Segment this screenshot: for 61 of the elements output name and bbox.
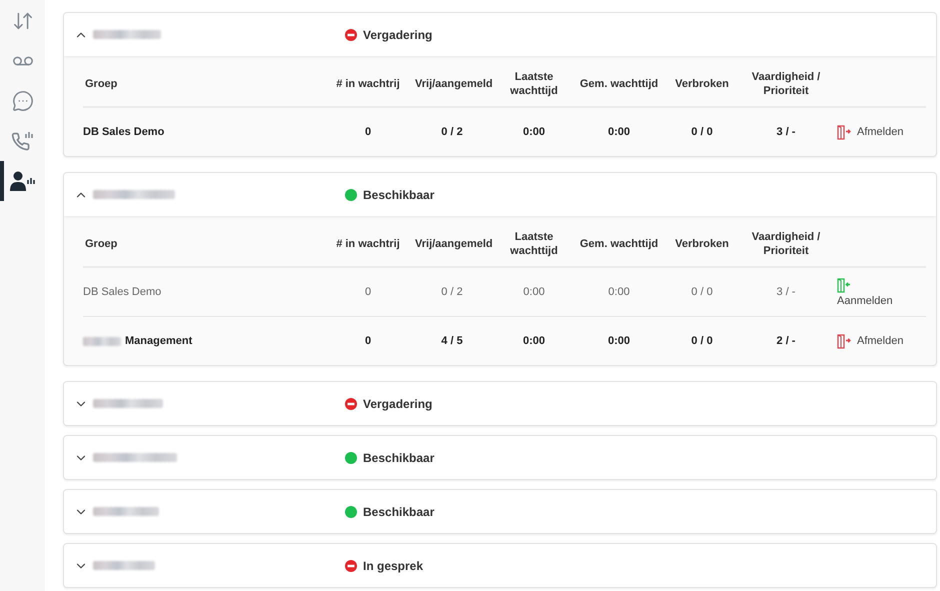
logout-button[interactable]: Afmelden bbox=[837, 124, 904, 140]
available-dot-icon bbox=[345, 452, 357, 464]
table-cell-text: 0 / 2 bbox=[440, 286, 464, 298]
column-header: Verbroken bbox=[674, 237, 730, 251]
redacted-name bbox=[93, 399, 163, 408]
column-header: Groep bbox=[84, 77, 118, 91]
do-not-disturb-icon bbox=[345, 28, 357, 40]
status-label: Vergadering bbox=[363, 396, 432, 410]
table-cell-text: 0:00 bbox=[606, 335, 632, 347]
status-label: In gesprek bbox=[363, 558, 424, 572]
table-cell-text: 0:00 bbox=[606, 126, 632, 138]
column-header: Gem. wachttijd bbox=[578, 237, 660, 251]
door-enter-icon bbox=[837, 278, 851, 292]
column-header: # in wachtrij bbox=[335, 237, 401, 251]
redacted-name bbox=[93, 507, 159, 516]
table-cell-text: 0:00 bbox=[607, 286, 631, 298]
table-cell-text: 0 / 0 bbox=[690, 126, 714, 138]
group-name: DB Sales Demo bbox=[83, 126, 164, 138]
table-cell-text: 0:00 bbox=[522, 126, 546, 138]
table-cell-text: 4 / 5 bbox=[440, 335, 464, 347]
table-cell-text: 0 bbox=[364, 286, 372, 298]
table-cell-text: 3 / - bbox=[776, 126, 796, 138]
arrows-up-down-icon bbox=[12, 10, 34, 32]
group-name: DB Sales Demo bbox=[83, 286, 162, 298]
column-header: Vaardigheid / Prioriteit bbox=[750, 230, 822, 258]
table-cell-text: 0 / 0 bbox=[690, 335, 714, 347]
group-name: Management bbox=[125, 335, 192, 347]
status-label: Beschikbaar bbox=[363, 504, 434, 518]
column-header: Gem. wachttijd bbox=[578, 77, 660, 91]
column-header: # in wachtrij bbox=[335, 77, 401, 91]
redacted-name bbox=[93, 561, 155, 570]
door-exit-icon bbox=[837, 334, 851, 348]
do-not-disturb-icon bbox=[345, 398, 357, 410]
table-cell-text: 0 / 0 bbox=[690, 286, 714, 298]
column-header: Vaardigheid / Prioriteit bbox=[750, 70, 822, 98]
login-button[interactable]: Aanmelden bbox=[837, 278, 893, 306]
logout-button[interactable]: Afmelden bbox=[837, 334, 904, 348]
column-header: Vrij/aangemeld bbox=[414, 237, 491, 251]
status-label: Beschikbaar bbox=[363, 450, 434, 464]
table-cell-text: 0 / 2 bbox=[440, 126, 464, 138]
column-header: Laatste wachttijd bbox=[509, 230, 559, 258]
available-dot-icon bbox=[345, 506, 357, 518]
chat-bubble-icon bbox=[12, 90, 34, 112]
column-header: Laatste wachttijd bbox=[509, 70, 559, 98]
do-not-disturb-icon bbox=[345, 560, 357, 572]
door-exit-icon bbox=[837, 124, 851, 140]
phone-bars-icon bbox=[10, 130, 34, 152]
table-cell-text: 0:00 bbox=[522, 286, 546, 298]
table-cell-text: 0 bbox=[364, 126, 372, 138]
person-bars-icon bbox=[10, 170, 36, 192]
column-header: Vrij/aangemeld bbox=[414, 77, 491, 91]
table-cell-text: 0 bbox=[364, 335, 372, 347]
redacted-name bbox=[93, 30, 161, 39]
table-cell-text: 3 / - bbox=[776, 286, 796, 298]
available-dot-icon bbox=[345, 188, 357, 200]
table-cell-text: 2 / - bbox=[776, 335, 796, 347]
status-label: Beschikbaar bbox=[363, 188, 434, 202]
column-header: Groep bbox=[84, 237, 118, 251]
table-cell-text: 0:00 bbox=[522, 335, 546, 347]
column-header: Verbroken bbox=[674, 77, 730, 91]
status-label: Vergadering bbox=[363, 28, 432, 42]
